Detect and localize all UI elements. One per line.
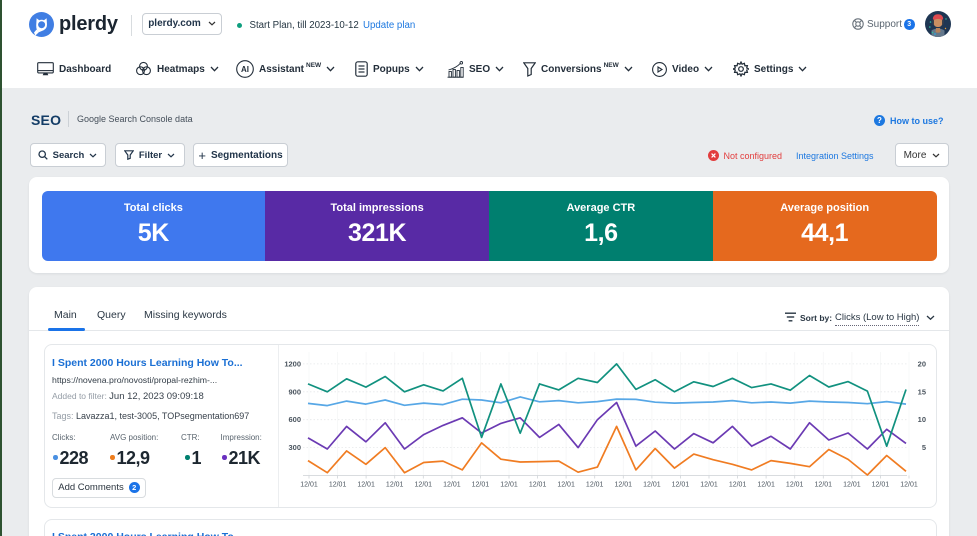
svg-text:12/01: 12/01	[672, 482, 690, 489]
svg-text:12/01: 12/01	[900, 482, 918, 489]
svg-text:20: 20	[918, 359, 926, 368]
svg-text:12/01: 12/01	[615, 482, 633, 489]
svg-text:12/01: 12/01	[329, 482, 347, 489]
svg-text:10: 10	[918, 415, 926, 424]
svg-text:12/01: 12/01	[529, 482, 547, 489]
svg-text:12/01: 12/01	[557, 482, 575, 489]
svg-text:12/01: 12/01	[643, 482, 661, 489]
svg-text:12/01: 12/01	[815, 482, 833, 489]
svg-text:12/01: 12/01	[843, 482, 861, 489]
svg-text:900: 900	[288, 387, 301, 396]
svg-text:12/01: 12/01	[300, 482, 318, 489]
svg-text:300: 300	[288, 443, 301, 452]
svg-text:12/01: 12/01	[415, 482, 433, 489]
svg-text:1200: 1200	[284, 359, 301, 368]
svg-text:AI: AI	[241, 65, 249, 74]
svg-text:12/01: 12/01	[729, 482, 747, 489]
svg-text:12/01: 12/01	[700, 482, 718, 489]
svg-text:12/01: 12/01	[757, 482, 775, 489]
svg-text:12/01: 12/01	[386, 482, 404, 489]
svg-text:600: 600	[288, 415, 301, 424]
svg-text:12/01: 12/01	[472, 482, 490, 489]
svg-text:12/01: 12/01	[586, 482, 604, 489]
svg-text:12/01: 12/01	[500, 482, 518, 489]
svg-text:15: 15	[918, 387, 926, 396]
svg-text:12/01: 12/01	[872, 482, 890, 489]
svg-text:12/01: 12/01	[786, 482, 804, 489]
svg-text:12/01: 12/01	[443, 482, 461, 489]
svg-text:5: 5	[922, 443, 926, 452]
svg-text:12/01: 12/01	[357, 482, 375, 489]
